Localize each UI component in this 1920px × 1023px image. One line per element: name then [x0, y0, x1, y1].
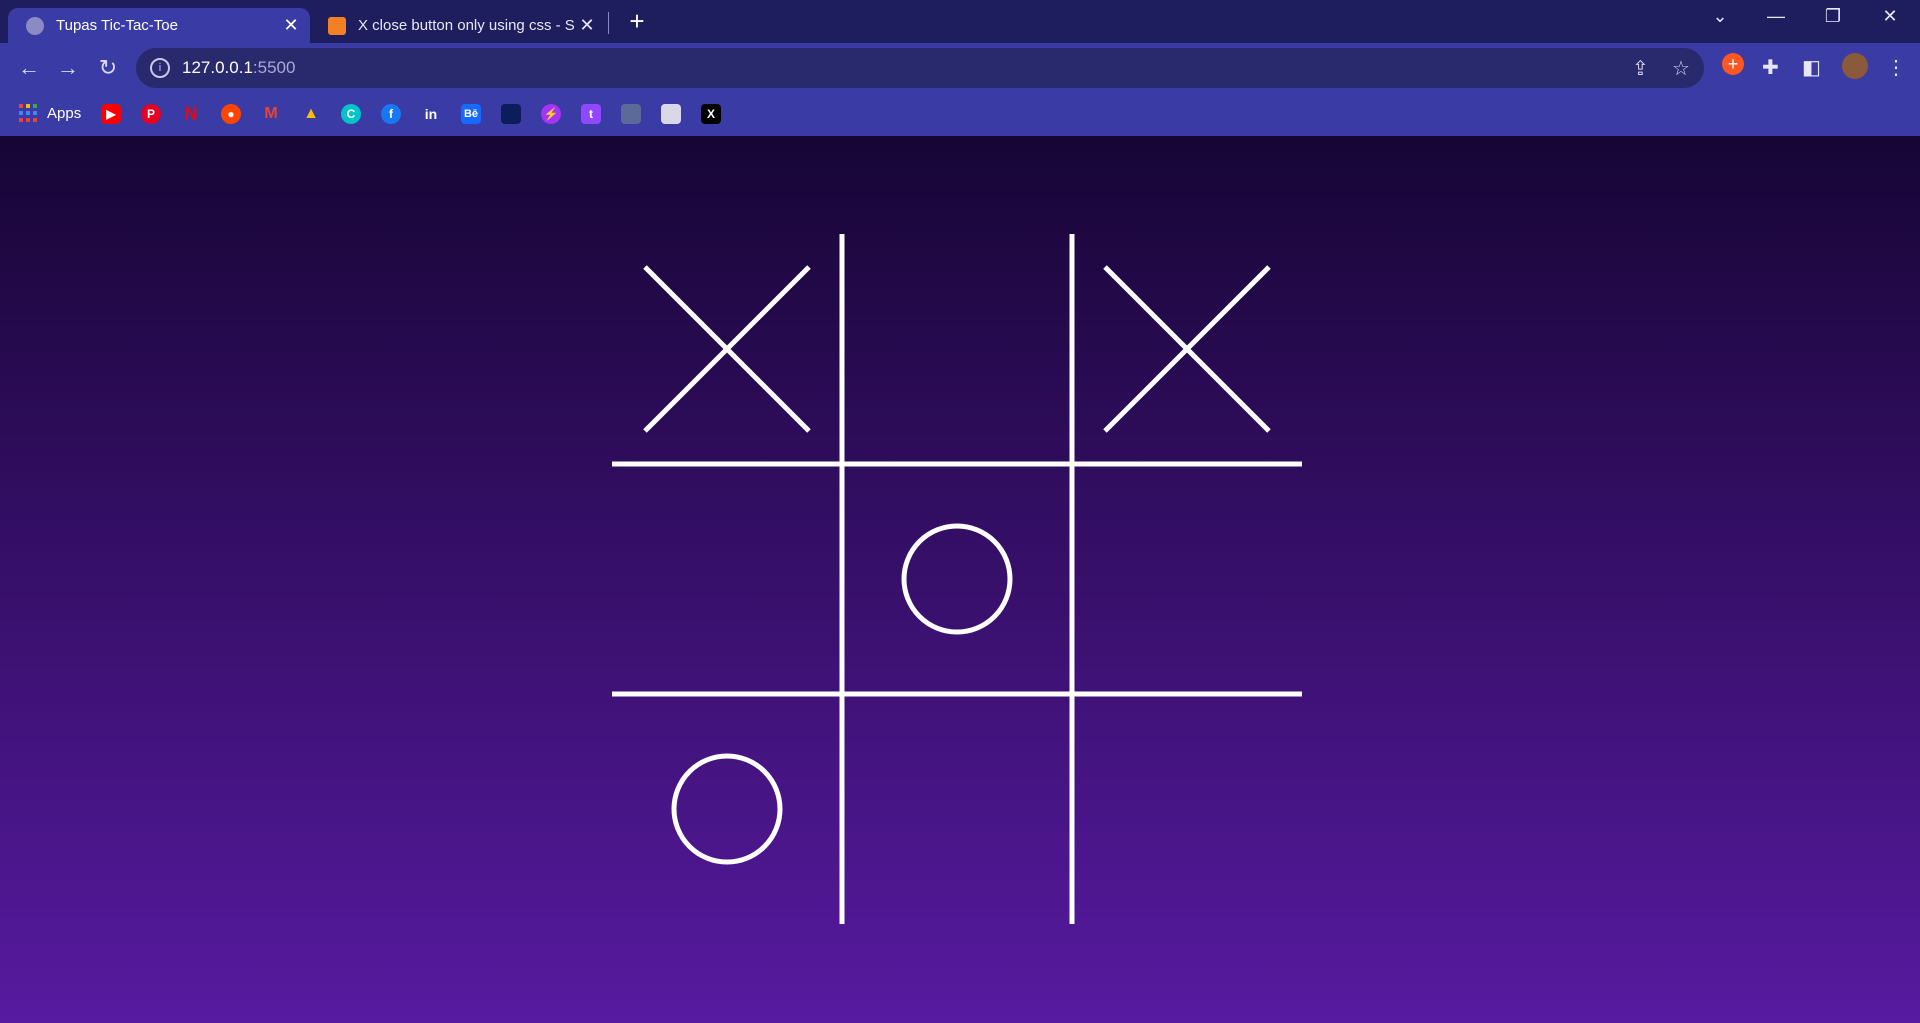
- behance-icon[interactable]: Bē: [461, 104, 481, 124]
- game-board: [612, 234, 1302, 924]
- board-cell-2-1[interactable]: [842, 694, 1072, 924]
- messenger-icon[interactable]: ⚡: [541, 104, 561, 124]
- extensions-puzzle-icon[interactable]: ✚: [1762, 55, 1779, 80]
- tab-search-icon[interactable]: ⌄: [1700, 6, 1740, 27]
- board-cell-0-1[interactable]: [842, 234, 1072, 464]
- apps-label[interactable]: Apps: [47, 105, 81, 122]
- gmail-icon[interactable]: M: [261, 104, 281, 124]
- page-content: [0, 136, 1920, 1023]
- stackoverflow-icon: [328, 16, 346, 35]
- close-tab-icon[interactable]: ✕: [278, 15, 304, 36]
- reddit-icon[interactable]: ●: [221, 104, 241, 124]
- canva-icon[interactable]: C: [341, 104, 361, 124]
- netflix-icon[interactable]: N: [181, 104, 201, 124]
- o-mark-circle: [671, 753, 783, 865]
- avatar[interactable]: [1842, 53, 1868, 79]
- url-text[interactable]: 127.0.0.1:5500: [182, 58, 295, 78]
- tab-stackoverflow[interactable]: X close button only using css - St ✕: [316, 8, 606, 43]
- tab-title: X close button only using css - St: [358, 17, 574, 34]
- board-cell-1-0[interactable]: [612, 464, 842, 694]
- bookmark-app-icon[interactable]: [621, 104, 641, 124]
- facebook-icon[interactable]: f: [381, 104, 401, 124]
- o-mark-circle: [901, 523, 1013, 635]
- toolbar: ← → ↻ i 127.0.0.1:5500 ⇪ ☆ + ✚ ◧ ⋮: [0, 43, 1920, 94]
- x-mark-icon: [1103, 265, 1271, 433]
- board-cell-2-2[interactable]: [1072, 694, 1302, 924]
- bookmark-star-icon[interactable]: ☆: [1672, 56, 1690, 81]
- tab-title: Tupas Tic-Tac-Toe: [56, 17, 178, 34]
- board-cell-0-2[interactable]: [1072, 234, 1302, 464]
- disney-plus-icon[interactable]: [501, 104, 521, 124]
- window-close-icon[interactable]: ✕: [1870, 6, 1910, 27]
- browser-chrome: Tupas Tic-Tac-Toe ✕ X close button only …: [0, 0, 1920, 137]
- menu-kebab-icon[interactable]: ⋮: [1886, 55, 1906, 80]
- board-cell-1-2[interactable]: [1072, 464, 1302, 694]
- apps-grid-icon[interactable]: [18, 104, 38, 124]
- tab-tic-tac-toe[interactable]: Tupas Tic-Tac-Toe ✕: [8, 8, 310, 43]
- close-tab-icon[interactable]: ✕: [574, 15, 600, 36]
- linkedin-icon[interactable]: in: [421, 104, 441, 124]
- back-icon[interactable]: ←: [14, 55, 44, 81]
- new-tab-button[interactable]: +: [622, 8, 652, 34]
- restore-icon[interactable]: ❐: [1813, 6, 1853, 27]
- board-cell-1-1[interactable]: [842, 464, 1072, 694]
- pinterest-icon[interactable]: P: [141, 104, 161, 124]
- minimize-icon[interactable]: —: [1756, 6, 1796, 27]
- board-cell-2-0[interactable]: [612, 694, 842, 924]
- bookmarks-bar: Apps ▶ P N ● M ▲ C f in Bē ⚡ t X: [0, 94, 1920, 137]
- x-icon[interactable]: X: [701, 104, 721, 124]
- tab-strip: Tupas Tic-Tac-Toe ✕ X close button only …: [0, 0, 1920, 43]
- globe-icon: [26, 16, 44, 35]
- o-mark-icon: [671, 753, 783, 865]
- youtube-icon[interactable]: ▶: [101, 104, 121, 124]
- forward-icon[interactable]: →: [53, 55, 83, 81]
- x-mark-icon: [643, 265, 811, 433]
- o-mark-icon: [901, 523, 1013, 635]
- board-cell-0-0[interactable]: [612, 234, 842, 464]
- extension-plus-icon[interactable]: +: [1722, 53, 1744, 75]
- side-panel-icon[interactable]: ◧: [1802, 55, 1821, 80]
- tab-separator: [608, 12, 609, 34]
- google-drive-icon[interactable]: ▲: [301, 104, 321, 124]
- site-info-icon[interactable]: i: [150, 58, 170, 78]
- address-bar[interactable]: i 127.0.0.1:5500 ⇪ ☆: [136, 48, 1704, 88]
- roblox-icon[interactable]: [661, 104, 681, 124]
- twitch-icon[interactable]: t: [581, 104, 601, 124]
- share-icon[interactable]: ⇪: [1632, 56, 1649, 81]
- reload-icon[interactable]: ↻: [93, 55, 123, 81]
